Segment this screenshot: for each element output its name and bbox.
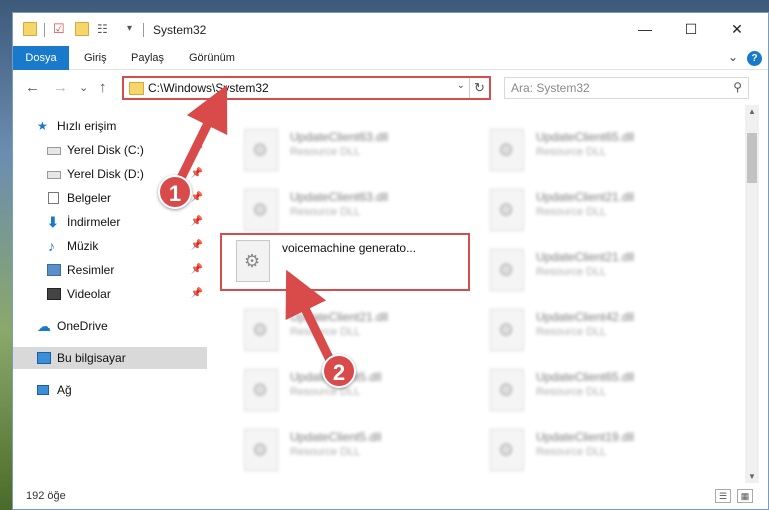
sidebar-item-onedrive[interactable]: ☁ OneDrive bbox=[13, 315, 207, 337]
highlighted-file[interactable]: voicemachine generato... bbox=[224, 236, 464, 288]
step-2-badge: 2 bbox=[322, 354, 356, 388]
pin-icon[interactable]: 📌 bbox=[191, 235, 203, 257]
music-icon: ♪ bbox=[48, 238, 55, 254]
scroll-down-icon[interactable]: ▼ bbox=[748, 472, 756, 481]
dll-file-icon bbox=[244, 309, 278, 351]
details-view-button[interactable]: ☰ bbox=[715, 489, 731, 503]
tab-share[interactable]: Paylaş bbox=[120, 46, 175, 70]
vertical-scrollbar[interactable]: ▲ ▼ bbox=[745, 105, 759, 483]
address-path[interactable]: C:\Windows\System32 bbox=[148, 81, 269, 95]
cloud-icon: ☁ bbox=[37, 318, 51, 334]
expand-ribbon-icon[interactable]: ⌄ bbox=[728, 50, 738, 64]
list-item[interactable]: UpdateClient63.dll Resource DLL bbox=[232, 185, 472, 237]
search-icon[interactable]: ⚲ bbox=[733, 80, 742, 94]
folder-icon bbox=[129, 82, 144, 95]
sidebar-item-local-disk-c[interactable]: Yerel Disk (C:) 📌 bbox=[13, 139, 207, 161]
file-list: UpdateClient63.dll Resource DLL UpdateCl… bbox=[218, 105, 745, 483]
list-item[interactable]: UpdateClient42.dll Resource DLL bbox=[478, 305, 718, 357]
tab-view[interactable]: Görünüm bbox=[178, 46, 246, 70]
dll-file-icon bbox=[236, 240, 270, 282]
scrollbar-thumb[interactable] bbox=[747, 133, 757, 183]
scroll-up-icon[interactable]: ▲ bbox=[748, 107, 756, 116]
list-item[interactable]: UpdateClient21.dll Resource DLL bbox=[232, 305, 472, 357]
search-input[interactable] bbox=[511, 81, 721, 95]
star-icon: ★ bbox=[37, 119, 48, 133]
pin-icon[interactable]: 📌 bbox=[191, 139, 203, 161]
help-icon[interactable]: ? bbox=[747, 51, 762, 66]
sidebar-item-network[interactable]: Ağ bbox=[13, 379, 207, 401]
dll-file-icon bbox=[244, 189, 278, 231]
pin-icon[interactable]: 📌 bbox=[191, 283, 203, 305]
address-bar[interactable]: C:\Windows\System32 ⌄ ↻ bbox=[122, 76, 491, 100]
customize-qat-icon[interactable]: ☷ bbox=[97, 22, 111, 36]
navigation-bar: ← → ⌄ ↑ C:\Windows\System32 ⌄ ↻ ⚲ bbox=[13, 71, 768, 105]
new-folder-icon[interactable] bbox=[75, 22, 89, 36]
dll-file-icon bbox=[490, 189, 524, 231]
dll-file-icon bbox=[490, 309, 524, 351]
computer-icon bbox=[37, 352, 51, 364]
sidebar-item-quick-access[interactable]: ★ Hızlı erişim bbox=[13, 115, 207, 137]
maximize-button[interactable]: ☐ bbox=[668, 13, 714, 46]
dll-file-icon bbox=[244, 369, 278, 411]
up-button[interactable]: ↑ bbox=[99, 79, 107, 96]
sidebar-item-music[interactable]: ♪ Müzik 📌 bbox=[13, 235, 207, 257]
dll-file-icon bbox=[244, 429, 278, 471]
chevron-down-icon[interactable]: ▾ bbox=[127, 22, 141, 36]
sidebar-item-videos[interactable]: Videolar 📌 bbox=[13, 283, 207, 305]
forward-button[interactable]: → bbox=[53, 79, 68, 96]
ribbon-tabs: Dosya Giriş Paylaş Görünüm ⌄ ? bbox=[13, 46, 768, 70]
pin-icon[interactable]: 📌 bbox=[191, 187, 203, 209]
back-button[interactable]: ← bbox=[25, 79, 40, 96]
item-count: 192 öğe bbox=[26, 490, 66, 502]
tab-home[interactable]: Giriş bbox=[73, 46, 118, 70]
list-item[interactable]: UpdateClient21.dll Resource DLL bbox=[478, 185, 718, 237]
sidebar-item-downloads[interactable]: ⬇ İndirmeler 📌 bbox=[13, 211, 207, 233]
pin-icon[interactable]: 📌 bbox=[191, 163, 203, 185]
tiles-view-button[interactable]: ▦ bbox=[737, 489, 753, 503]
dll-file-icon bbox=[490, 129, 524, 171]
minimize-button[interactable]: — bbox=[622, 13, 668, 46]
list-item[interactable]: UpdateClient19.dll Resource DLL bbox=[478, 425, 718, 477]
refresh-button[interactable]: ↻ bbox=[469, 78, 489, 98]
download-icon: ⬇ bbox=[47, 214, 59, 230]
sidebar-item-pictures[interactable]: Resimler 📌 bbox=[13, 259, 207, 281]
list-item[interactable]: UpdateClient5.dll Resource DLL bbox=[232, 425, 472, 477]
close-button[interactable]: ✕ bbox=[714, 13, 760, 46]
list-item[interactable]: UpdateClient65.dll Resource DLL bbox=[478, 365, 718, 417]
properties-icon[interactable]: ☑ bbox=[53, 22, 67, 36]
list-item[interactable]: UpdateClient65.dll Resource DLL bbox=[478, 125, 718, 177]
status-bar: 192 öğe ☰ ▦ bbox=[13, 483, 768, 509]
folder-icon bbox=[23, 22, 37, 36]
dll-file-icon bbox=[490, 369, 524, 411]
pictures-icon bbox=[47, 264, 61, 276]
dll-file-icon bbox=[490, 249, 524, 291]
separator bbox=[143, 23, 144, 37]
window-title: System32 bbox=[153, 23, 207, 37]
navigation-pane: ★ Hızlı erişim Yerel Disk (C:) 📌 Yerel D… bbox=[13, 105, 207, 483]
list-item[interactable]: UpdateClient63.dll Resource DLL bbox=[232, 125, 472, 177]
pin-icon[interactable]: 📌 bbox=[191, 259, 203, 281]
network-icon bbox=[37, 385, 49, 395]
search-box[interactable]: ⚲ bbox=[504, 77, 749, 99]
drive-icon bbox=[47, 147, 61, 155]
dll-file-icon bbox=[244, 129, 278, 171]
tab-file[interactable]: Dosya bbox=[13, 46, 69, 70]
separator bbox=[44, 23, 45, 37]
list-item[interactable]: UpdateClient21.dll Resource DLL bbox=[478, 245, 718, 297]
sidebar-item-this-pc[interactable]: Bu bilgisayar bbox=[13, 347, 207, 369]
recent-locations-button[interactable]: ⌄ bbox=[79, 81, 88, 94]
drive-icon bbox=[47, 171, 61, 179]
dll-file-icon bbox=[490, 429, 524, 471]
address-dropdown-button[interactable]: ⌄ bbox=[457, 80, 465, 91]
title-bar: ☑ ☷ ▾ System32 — ☐ ✕ bbox=[13, 13, 768, 46]
video-icon bbox=[47, 288, 61, 300]
step-1-badge: 1 bbox=[158, 175, 192, 209]
pin-icon[interactable]: 📌 bbox=[191, 211, 203, 233]
document-icon bbox=[48, 192, 59, 204]
